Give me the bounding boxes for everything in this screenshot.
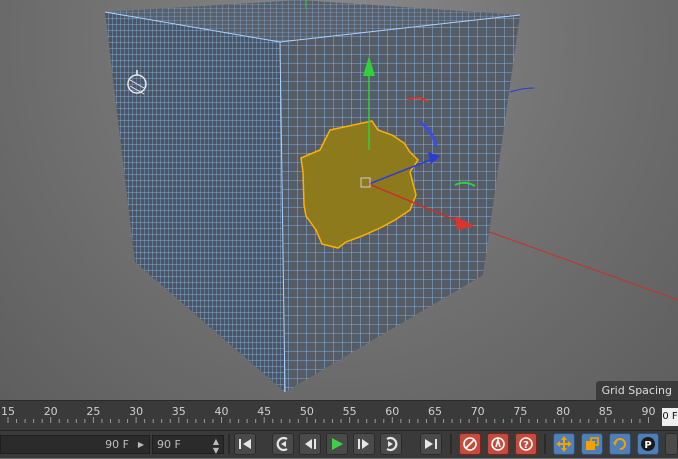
end-frame-field[interactable]: 90 F ▶ (0, 435, 150, 454)
go-to-start-icon (239, 439, 251, 449)
keyframe-selection-icon: ? (519, 437, 533, 451)
ruler-ticks: 15 20 25 30 35 40 45 50 55 60 65 70 75 80 85 90 (1, 405, 656, 423)
ruler-tick-label: 20 (44, 405, 58, 418)
svg-text:?: ? (523, 440, 529, 451)
ruler-tick-label: 75 (513, 405, 527, 418)
ruler-tick-label: 65 (428, 405, 442, 418)
record-active-objects-button[interactable] (459, 433, 481, 455)
next-frame-icon (358, 439, 369, 449)
ruler-tick-label: 85 (599, 405, 613, 418)
ruler-tick-label: 55 (343, 405, 357, 418)
svg-text:P: P (644, 440, 651, 451)
arrow-right-icon: ▶ (137, 440, 144, 449)
3d-viewport[interactable]: Grid Spacing (0, 0, 678, 400)
record-position-icon (556, 436, 572, 452)
go-to-end-icon (425, 439, 437, 449)
next-keyframe-button[interactable] (380, 433, 402, 455)
timeline-ruler[interactable]: 15 20 25 30 35 40 45 50 55 60 65 70 75 80 85 90 (0, 400, 678, 431)
ruler-tick-label: 90 (642, 405, 656, 418)
ruler-tick-label: 80 (556, 405, 570, 418)
go-to-end-button[interactable] (420, 433, 442, 455)
grid-spacing-hud: Grid Spacing (595, 381, 678, 400)
previous-frame-icon (305, 439, 316, 449)
ruler-tick-label: 60 (385, 405, 399, 418)
record-point-level-button[interactable] (665, 433, 678, 455)
record-scale-button[interactable] (581, 433, 603, 455)
previous-keyframe-icon (276, 436, 288, 452)
ruler-tick-label: 30 (129, 405, 143, 418)
ruler-tick-label: 70 (471, 405, 485, 418)
record-rotation-button[interactable] (609, 433, 631, 455)
record-active-objects-icon (463, 437, 477, 451)
autokeying-icon (491, 437, 505, 451)
ruler-tick-label: 45 (257, 405, 271, 418)
ruler-tick-label: 50 (300, 405, 314, 418)
stepper-down-icon: ▼ (212, 446, 219, 455)
autokeying-button[interactable] (487, 433, 509, 455)
record-parameter-button[interactable]: P (637, 433, 659, 455)
keyframe-selection-button[interactable]: ? (515, 433, 537, 455)
record-position-button[interactable] (553, 433, 575, 455)
next-frame-button[interactable] (353, 433, 375, 455)
record-parameter-icon: P (641, 437, 655, 451)
current-frame-indicator[interactable]: 0 F (662, 408, 678, 426)
go-to-start-button[interactable] (234, 433, 256, 455)
ruler-tick-label: 25 (86, 405, 100, 418)
ruler-tick-label: 40 (215, 405, 229, 418)
previous-keyframe-button[interactable] (272, 433, 294, 455)
record-rotation-icon (613, 438, 626, 450)
play-forward-icon (332, 438, 343, 450)
ruler-tick-label: 35 (172, 405, 186, 418)
next-keyframe-icon (386, 436, 398, 452)
viewport-scene (104, 0, 678, 393)
record-scale-icon (586, 437, 599, 450)
previous-frame-button[interactable] (299, 433, 321, 455)
max-frame-field[interactable]: 90 F ▲ ▼ (152, 435, 224, 455)
ruler-tick-label: 15 (1, 405, 15, 418)
play-forward-button[interactable] (326, 433, 348, 455)
